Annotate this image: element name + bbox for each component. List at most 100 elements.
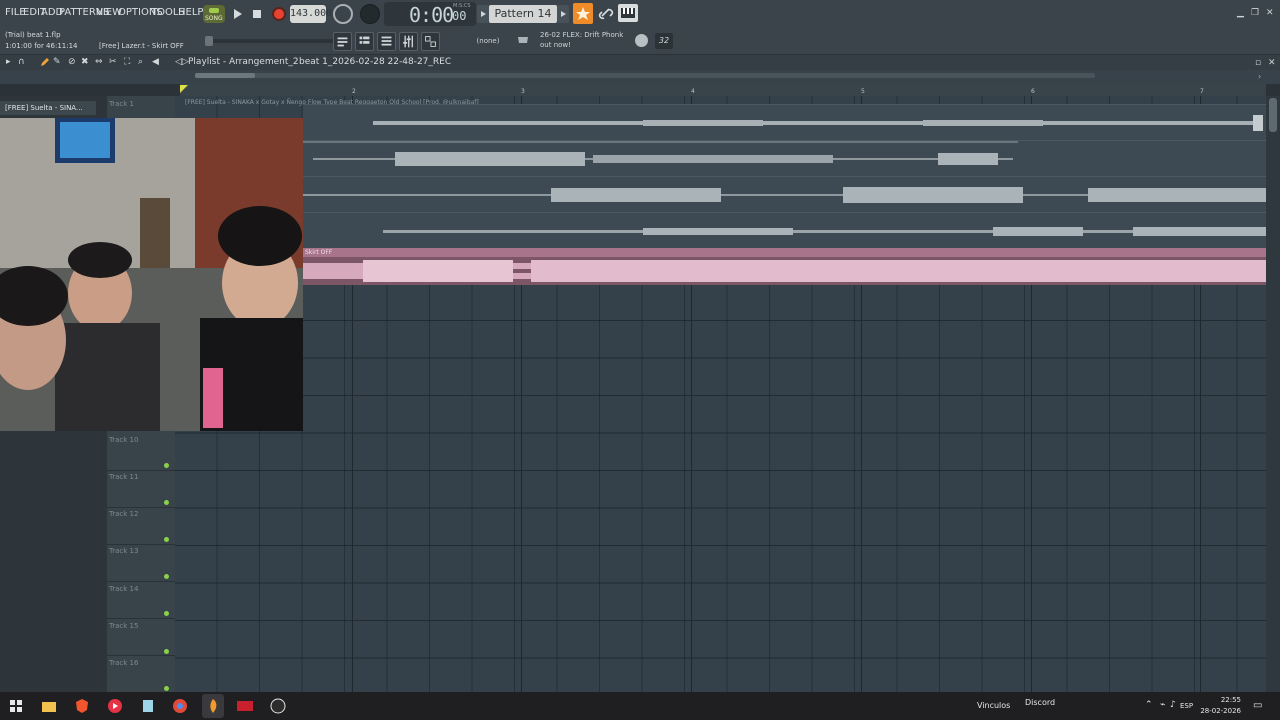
restore-icon[interactable]: ❐ [1251, 8, 1259, 18]
play-icon[interactable] [228, 5, 246, 23]
fl-studio-icon[interactable] [205, 698, 221, 714]
track-mute-led[interactable] [164, 649, 169, 654]
brave-browser-icon[interactable] [74, 698, 90, 714]
track-label[interactable]: Track 14 [109, 585, 138, 593]
speaker-icon[interactable]: ◀ [152, 57, 159, 67]
track-mute-led[interactable] [164, 463, 169, 468]
tempo-display[interactable]: 143.000 [290, 5, 332, 23]
clip-source-item[interactable]: [FREE] Suelta - SINA... [0, 101, 96, 115]
time-sub: 00 [452, 9, 467, 23]
tray-discord-label[interactable]: Discord [1025, 698, 1055, 707]
clock-time[interactable]: 22:55 [1201, 696, 1241, 704]
playlist-close-icon[interactable]: ✕ [1268, 58, 1276, 68]
horizontal-scroll-thumb[interactable] [195, 73, 255, 78]
fl-studio-window: FILE EDIT ADD PATTERNS VIEW OPTIONS TOOL… [0, 0, 1280, 720]
track-label[interactable]: Track 15 [109, 622, 138, 630]
chrome-icon[interactable] [172, 698, 188, 714]
timeline-ruler[interactable] [180, 84, 1266, 96]
song-mode-label: SONG [205, 15, 223, 22]
minimize-icon[interactable]: ▁ [1237, 8, 1244, 18]
track-label[interactable]: Track 16 [109, 659, 138, 667]
zoom-icon[interactable]: ⌕ [138, 57, 143, 67]
browser-icon[interactable] [377, 32, 396, 51]
news-line-2[interactable]: out now! [540, 41, 571, 49]
waveform [303, 141, 1018, 166]
slice-icon[interactable]: ✂ [109, 57, 117, 67]
waveform [303, 187, 1266, 203]
pattern-selector[interactable]: Pattern 14 [489, 5, 557, 23]
close-icon[interactable]: ✕ [1266, 8, 1274, 18]
track-label[interactable]: Track 1 [109, 100, 134, 108]
plugin-picker-icon[interactable] [421, 32, 440, 51]
pencil-icon[interactable] [40, 57, 50, 67]
volume-icon[interactable]: ♪ [1170, 700, 1176, 710]
track-separator [107, 507, 175, 508]
audio-clip[interactable] [303, 104, 1266, 140]
master-pitch-knob[interactable] [360, 4, 380, 24]
track-mute-led[interactable] [164, 611, 169, 616]
bar-number: 2 [352, 88, 356, 95]
pattern-add-icon[interactable] [557, 5, 569, 23]
vertical-scroll-thumb[interactable] [1269, 98, 1277, 132]
slider-thumb[interactable] [205, 36, 213, 46]
vertical-scrollbar[interactable] [1266, 96, 1280, 692]
audio-clip[interactable] [303, 212, 1266, 248]
audio-clip[interactable] [303, 140, 1266, 176]
main-volume-slider[interactable] [205, 36, 335, 46]
select-icon[interactable]: ⛶ [124, 57, 130, 67]
network-icon[interactable]: ⌁ [1160, 700, 1165, 710]
playlist-icon[interactable] [333, 32, 352, 51]
track-mute-led[interactable] [164, 500, 169, 505]
pink-clip-waveform-bg [303, 257, 1266, 285]
delete-icon[interactable]: ✖ [81, 57, 89, 67]
record-icon[interactable] [270, 5, 288, 23]
arrangement-breadcrumb[interactable]: beat 1_2026-02-28 22-48-27_REC [299, 57, 451, 67]
mute-icon[interactable]: ⊘ [68, 57, 76, 67]
song-mode-button[interactable]: SONG [203, 5, 225, 23]
slip-icon[interactable]: ⇔ [95, 57, 103, 67]
magnet-snap-icon[interactable] [573, 3, 593, 24]
bit-depth-button[interactable]: 32 [655, 33, 673, 49]
brush-icon[interactable]: ✎ [53, 57, 61, 67]
playlist-options-icon[interactable]: ◁▷ [175, 57, 189, 67]
mixer-icon[interactable] [399, 32, 418, 51]
track-label[interactable]: Track 12 [109, 510, 138, 518]
bar-number: 6 [1031, 88, 1035, 95]
track-label[interactable]: Track 10 [109, 436, 138, 444]
shop-cart-icon[interactable] [516, 33, 530, 49]
scroll-right-icon[interactable]: › [1258, 72, 1261, 81]
piano-roll-icon[interactable] [618, 4, 638, 22]
notepad-icon[interactable] [140, 698, 156, 714]
file-explorer-icon[interactable] [41, 698, 57, 714]
notifications-icon[interactable]: ▭ [1253, 700, 1262, 711]
metronome-icon[interactable] [333, 4, 353, 24]
track-mute-led[interactable] [164, 537, 169, 542]
tray-expand-icon[interactable]: ⌃ [1145, 700, 1153, 710]
track-separator [107, 581, 175, 582]
track-label[interactable]: Track 11 [109, 473, 138, 481]
track-label[interactable]: Track 13 [109, 547, 138, 555]
globe-icon[interactable] [635, 34, 648, 47]
pattern-selector-arrow-icon[interactable] [477, 5, 489, 23]
obs-icon[interactable] [270, 698, 286, 714]
magnet-icon[interactable]: ∩ [18, 57, 25, 67]
audio-clip[interactable] [303, 176, 1266, 212]
windows-start-icon[interactable] [8, 698, 24, 714]
playlist-minimize-icon[interactable]: ▫ [1255, 58, 1261, 68]
stop-icon[interactable] [248, 5, 266, 23]
playlist-menu-icon[interactable]: ▸ [6, 57, 11, 67]
channel-rack-icon[interactable] [355, 32, 374, 51]
playhead-marker-icon[interactable] [180, 85, 188, 93]
news-line-1[interactable]: 26-02 FLEX: Drift Phonk [540, 31, 623, 39]
link-icon[interactable] [597, 4, 615, 24]
media-player-icon[interactable] [107, 698, 123, 714]
tray-links-label[interactable]: Vinculos [977, 701, 1010, 710]
track-mute-led[interactable] [164, 574, 169, 579]
track-mute-led[interactable] [164, 686, 169, 691]
language-indicator[interactable]: ESP [1180, 702, 1193, 710]
voicemeeter-icon[interactable] [237, 698, 253, 714]
midi-input-select[interactable]: (none) [466, 33, 510, 49]
horizontal-scrollbar[interactable] [195, 73, 1095, 78]
clock-date[interactable]: 28-02-2026 [1199, 707, 1241, 715]
menu-help[interactable]: HELP [178, 7, 203, 18]
